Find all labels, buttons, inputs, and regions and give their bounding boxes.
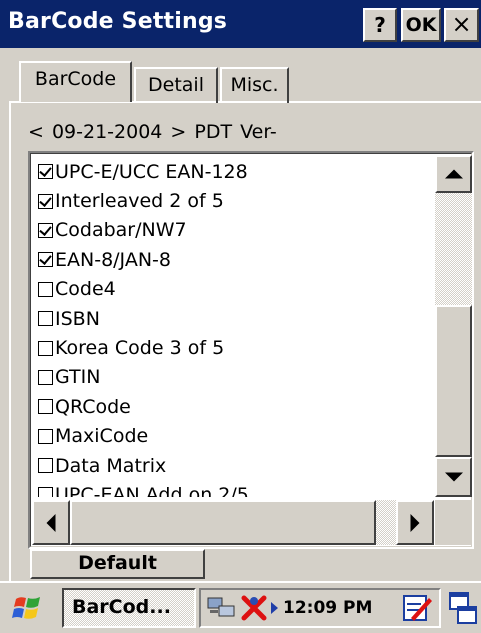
horizontal-scrollbar[interactable] <box>32 500 434 545</box>
list-item-label: Code4 <box>55 278 116 301</box>
pen-input-icon[interactable] <box>401 592 433 624</box>
checkbox[interactable] <box>38 193 53 209</box>
checkbox[interactable] <box>38 281 53 297</box>
checkbox[interactable] <box>38 252 53 268</box>
list-item[interactable]: MaxiCode <box>36 422 432 451</box>
scrollbar-corner <box>435 500 472 545</box>
scroll-right-button[interactable] <box>396 500 434 545</box>
tab-panel-border-left <box>9 101 11 581</box>
scroll-up-button[interactable] <box>435 155 472 193</box>
list-item-label: Korea Code 3 of 5 <box>55 337 225 360</box>
list-item[interactable]: Interleaved 2 of 5 <box>36 186 432 215</box>
vertical-scrollbar[interactable] <box>435 155 472 497</box>
taskbar-barcode-task[interactable]: BarCod... <box>62 588 196 628</box>
list-item-label: EAN-8/JAN-8 <box>55 248 171 271</box>
list-item[interactable]: Code4 <box>36 275 432 304</box>
version-label: < 09-21-2004 > PDT Ver- <box>28 121 277 143</box>
windows-flag-icon[interactable] <box>10 593 46 625</box>
tab-detail[interactable]: Detail <box>134 67 218 103</box>
network-icon[interactable] <box>205 594 237 622</box>
default-button[interactable]: Default <box>30 549 205 579</box>
clock[interactable]: 12:09 PM <box>283 596 372 620</box>
arrow-right-icon <box>410 513 420 532</box>
checkbox[interactable] <box>38 311 53 327</box>
list-item[interactable]: Data Matrix <box>36 451 432 480</box>
checkbox[interactable] <box>38 487 53 497</box>
vertical-scroll-thumb[interactable] <box>435 305 472 457</box>
checkbox[interactable] <box>38 340 53 356</box>
checkbox[interactable] <box>38 164 53 180</box>
list-item[interactable]: GTIN <box>36 363 432 392</box>
list-item-label: ISBN <box>55 307 100 330</box>
play-arrow-icon <box>271 602 278 614</box>
list-item[interactable]: UPC-EAN Add on 2/5 <box>36 480 432 497</box>
checkbox[interactable] <box>38 458 53 474</box>
tab-misc[interactable]: Misc. <box>220 67 289 103</box>
symbology-listbox[interactable]: UPC-E/UCC EAN-128 Interleaved 2 of 5 Codab… <box>28 151 474 549</box>
list-item-label: UPC-E/UCC EAN-128 <box>55 160 248 183</box>
list-item-label: QRCode <box>55 395 131 418</box>
list-item[interactable]: EAN-8/JAN-8 <box>36 245 432 274</box>
horizontal-scroll-thumb[interactable] <box>70 500 376 545</box>
list-item[interactable]: Korea Code 3 of 5 <box>36 333 432 362</box>
system-tray: 12:09 PM <box>199 588 441 628</box>
taskbar: BarCod... 12:09 PM <box>0 581 481 633</box>
window-title: BarCode Settings <box>8 9 228 34</box>
list-item-label: GTIN <box>55 366 101 389</box>
title-bar: BarCode Settings ? OK × <box>0 0 481 48</box>
close-button[interactable]: × <box>444 8 479 42</box>
list-item-label: Interleaved 2 of 5 <box>55 190 224 213</box>
scroll-down-button[interactable] <box>435 457 472 497</box>
checkbox[interactable] <box>38 399 53 415</box>
list-item[interactable]: ISBN <box>36 304 432 333</box>
list-item-label: Data Matrix <box>55 454 167 477</box>
list-item-label: MaxiCode <box>55 425 149 448</box>
checkbox[interactable] <box>38 369 53 385</box>
checkbox[interactable] <box>38 222 53 238</box>
list-item[interactable]: Codabar/NW7 <box>36 216 432 245</box>
red-x-icon[interactable] <box>239 593 269 623</box>
window-switch-icon[interactable] <box>448 591 478 625</box>
tab-barcode[interactable]: BarCode <box>19 61 132 102</box>
list-item-label: UPC-EAN Add on 2/5 <box>55 483 249 497</box>
arrow-left-icon <box>46 513 56 532</box>
list-item[interactable]: QRCode <box>36 392 432 421</box>
help-button[interactable]: ? <box>363 8 397 42</box>
list-item-label: Codabar/NW7 <box>55 219 187 242</box>
checkbox[interactable] <box>38 428 53 444</box>
list-item[interactable]: UPC-E/UCC EAN-128 <box>36 157 432 186</box>
arrow-down-icon <box>444 472 463 482</box>
symbology-list: UPC-E/UCC EAN-128 Interleaved 2 of 5 Codab… <box>36 157 432 497</box>
scroll-left-button[interactable] <box>32 500 70 545</box>
ok-button[interactable]: OK <box>401 8 441 42</box>
arrow-up-icon <box>444 169 463 179</box>
